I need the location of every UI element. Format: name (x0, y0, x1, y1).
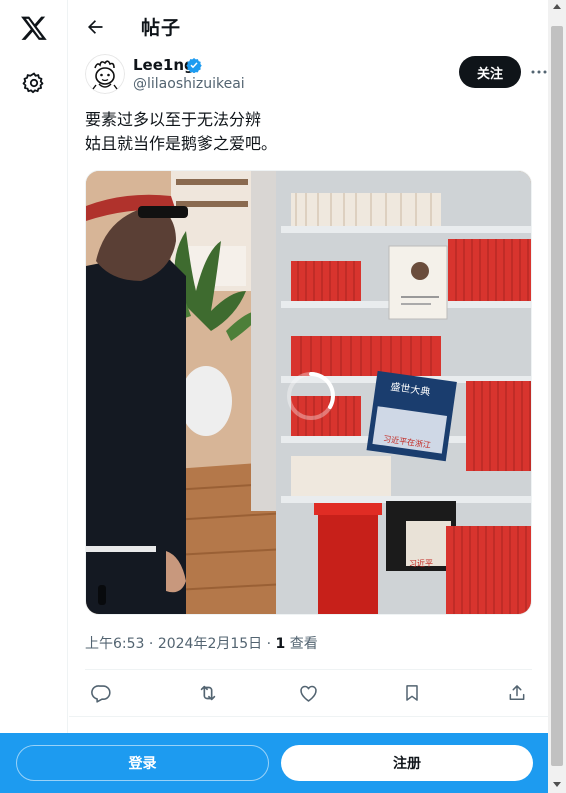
repost-icon (200, 685, 216, 701)
share-icon (509, 685, 525, 700)
arrow-left-icon (88, 20, 103, 34)
post-text-line: 要素过多以至于无法分辨 (85, 110, 262, 129)
book-photo-caption: 习近平 (409, 558, 433, 568)
signup-button[interactable]: 注册 (281, 745, 533, 781)
page-title: 帖子 (141, 17, 182, 39)
scrollbar-thumb[interactable] (551, 26, 563, 766)
x-logo-icon[interactable] (16, 10, 52, 46)
reply-button[interactable] (89, 681, 113, 705)
views-label: 查看 (289, 636, 318, 652)
scroll-down-arrow-icon[interactable] (553, 782, 561, 787)
author-handle[interactable]: @lilaoshizuikeai (133, 76, 245, 92)
post-date[interactable]: 2024年2月15日 (158, 636, 262, 652)
more-horizontal-icon (531, 70, 547, 74)
post-video[interactable]: 盛世大典 习近平在浙江 习近平 (85, 170, 532, 615)
main-column: 帖子 Lee1ng @lilaoshizuikeai 关注 要素过多以至于无法分… (69, 0, 548, 793)
gear-icon[interactable] (16, 65, 52, 101)
share-button[interactable] (505, 681, 529, 705)
post-text-line: 姑且就当作是鹅爹之爱吧。 (85, 134, 278, 153)
like-button[interactable] (296, 681, 320, 705)
back-button[interactable] (79, 11, 111, 43)
views-count: 1 (275, 636, 286, 652)
left-navigation-rail (0, 0, 68, 793)
heart-icon (299, 685, 317, 702)
meta-separator: · (266, 636, 272, 652)
verified-badge-icon (186, 57, 202, 74)
scrollbar[interactable] (548, 0, 566, 793)
bookmark-button[interactable] (400, 681, 424, 705)
bookmark-icon (406, 685, 418, 701)
reply-icon (90, 684, 111, 703)
avatar[interactable] (85, 54, 125, 94)
divider (69, 716, 548, 717)
repost-button[interactable] (196, 681, 220, 705)
login-button[interactable]: 登录 (16, 745, 269, 781)
post-author: Lee1ng @lilaoshizuikeai 关注 (85, 54, 547, 100)
post-actions (85, 670, 532, 716)
login-prompt-bar: 登录 注册 (0, 733, 548, 793)
meta-separator: · (148, 636, 154, 652)
post-meta: 上午6:53 · 2024年2月15日 · 1 查看 (85, 633, 318, 653)
scroll-up-arrow-icon[interactable] (553, 4, 561, 9)
post-time[interactable]: 上午6:53 (85, 636, 144, 652)
page-header: 帖子 (69, 0, 548, 54)
post-text: 要素过多以至于无法分辨 姑且就当作是鹅爹之爱吧。 (85, 108, 532, 156)
follow-button[interactable]: 关注 (459, 56, 521, 88)
